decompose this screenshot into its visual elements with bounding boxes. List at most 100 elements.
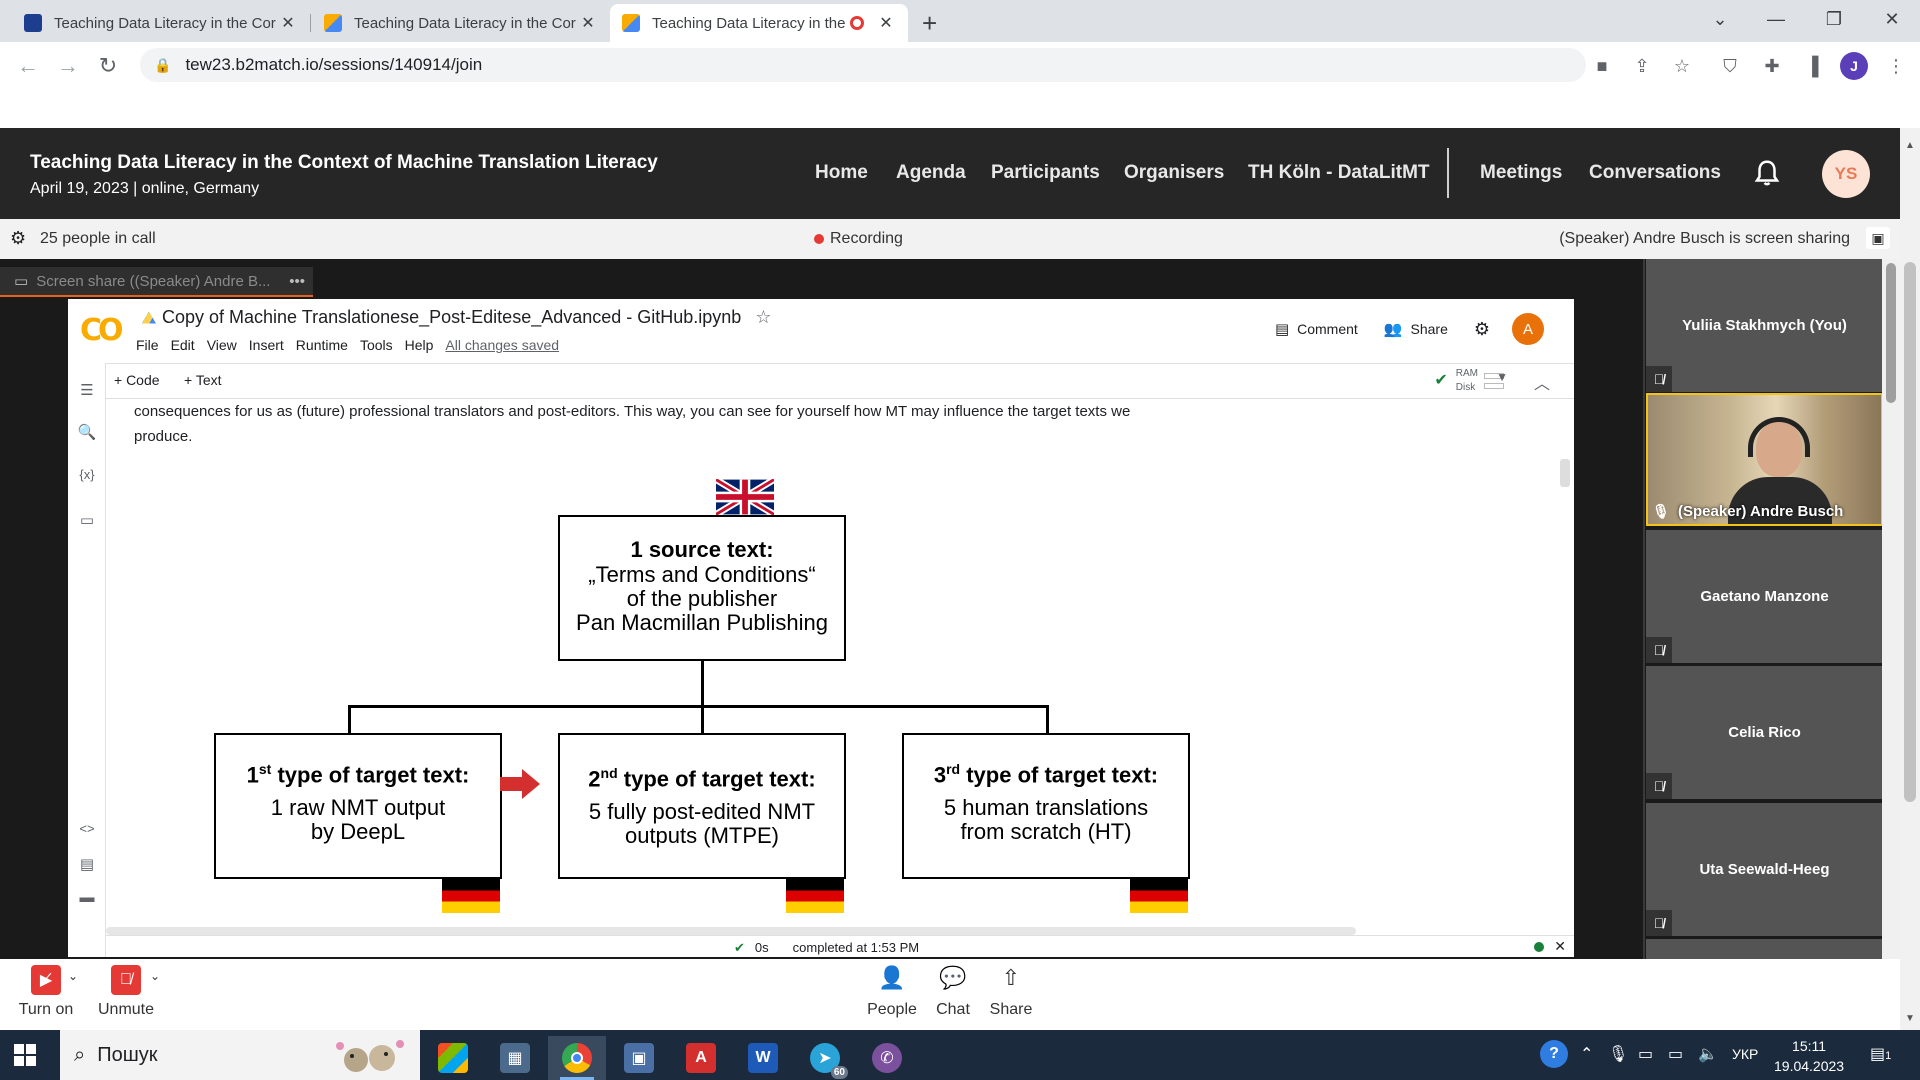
windows-start-icon[interactable] xyxy=(14,1044,36,1066)
ram-disk-indicator[interactable]: ✔ RAM Disk xyxy=(1434,367,1504,395)
runtime-dropdown-icon[interactable]: ▼ xyxy=(1496,370,1508,384)
menu-view[interactable]: View xyxy=(207,337,237,353)
mic-options-chevron-icon[interactable]: ⌄ xyxy=(150,969,160,983)
volume-tray-icon[interactable]: 🔈 xyxy=(1698,1044,1718,1064)
side-panel-icon[interactable]: ▐ xyxy=(1798,52,1826,80)
command-palette-icon[interactable]: ▤ xyxy=(76,855,98,873)
horizontal-scrollbar[interactable] xyxy=(106,927,1356,935)
mic-toggle-button[interactable]: 🎙̸ ⌄ Unmute xyxy=(96,965,160,1019)
menu-edit[interactable]: Edit xyxy=(171,337,195,353)
close-tab-icon[interactable]: ✕ xyxy=(876,13,896,33)
participant-tile[interactable]: Gaetano Manzone 🎙̸ xyxy=(1646,530,1883,663)
taskbar-chrome-app[interactable] xyxy=(548,1036,606,1080)
menu-tools[interactable]: Tools xyxy=(360,337,393,353)
share-page-icon[interactable]: ⇪ xyxy=(1628,52,1656,80)
browser-tab-1[interactable]: Teaching Data Literacy in the Cor ✕ xyxy=(12,4,310,42)
menu-insert[interactable]: Insert xyxy=(249,337,284,353)
taskbar-store-app[interactable] xyxy=(424,1036,482,1080)
browser-tab-3-active[interactable]: Teaching Data Literacy in the ✕ xyxy=(610,4,908,42)
notebook-scroll-thumb[interactable] xyxy=(1560,459,1570,487)
chat-button[interactable]: 💬 Chat xyxy=(934,965,972,1019)
user-avatar[interactable]: YS xyxy=(1822,150,1870,198)
taskbar-viber-app[interactable]: ✆ xyxy=(858,1036,916,1080)
close-window-icon[interactable]: ✕ xyxy=(1864,0,1920,38)
participant-tile[interactable]: Uta Seewald-Heeg 🎙̸ xyxy=(1646,803,1883,936)
taskbar-word-app[interactable]: W xyxy=(734,1036,792,1080)
save-status-link[interactable]: All changes saved xyxy=(445,337,559,353)
screen-share-icon[interactable]: ▣ xyxy=(1866,227,1890,249)
help-tray-icon[interactable]: ? xyxy=(1540,1040,1568,1068)
notebook-title[interactable]: Copy of Machine Translationese_Post-Edit… xyxy=(142,307,771,328)
reload-icon[interactable]: ↻ xyxy=(92,50,124,82)
nav-meetings[interactable]: Meetings xyxy=(1480,162,1562,184)
add-code-button[interactable]: + Code xyxy=(114,372,160,388)
page-scrollbar-thumb[interactable] xyxy=(1904,262,1916,802)
new-tab-button[interactable]: + xyxy=(922,8,937,39)
settings-gear-icon[interactable]: ⚙ xyxy=(10,228,26,249)
nav-participants[interactable]: Participants xyxy=(991,162,1100,184)
code-snippets-icon[interactable]: <> xyxy=(76,821,98,836)
taskbar-calculator-app[interactable]: ▦ xyxy=(486,1036,544,1080)
nav-home[interactable]: Home xyxy=(815,162,868,184)
notifications-icon[interactable]: ▤1 xyxy=(1870,1044,1891,1064)
event-title[interactable]: Teaching Data Literacy in the Context of… xyxy=(30,152,658,174)
close-tab-icon[interactable]: ✕ xyxy=(278,13,298,33)
search-icon[interactable]: 🔍 xyxy=(76,423,98,441)
notifications-bell-icon[interactable] xyxy=(1752,158,1782,188)
variables-icon[interactable]: {x} xyxy=(76,467,98,482)
taskbar-acrobat-app[interactable]: A xyxy=(672,1036,730,1080)
files-folder-icon[interactable]: ▭ xyxy=(76,511,98,529)
nav-conversations[interactable]: Conversations xyxy=(1589,162,1721,184)
scroll-down-icon[interactable]: ▼ xyxy=(1905,1013,1915,1024)
menu-runtime[interactable]: Runtime xyxy=(296,337,348,353)
participant-tile[interactable]: Yuliia Stakhmych (You) 🎙̸ xyxy=(1646,259,1883,392)
camera-in-use-icon[interactable]: ■ xyxy=(1588,52,1616,80)
browser-menu-icon[interactable]: ⋮ xyxy=(1882,52,1910,80)
close-tab-icon[interactable]: ✕ xyxy=(578,13,598,33)
camera-toggle-button[interactable]: ▶̸ ⌄ Turn on xyxy=(18,965,78,1019)
taskbar-save-app[interactable]: ▣ xyxy=(610,1036,668,1080)
screen-share-tab[interactable]: ▭ Screen share ((Speaker) Andre B... ••• xyxy=(0,267,313,297)
close-status-icon[interactable]: ✕ xyxy=(1554,938,1566,955)
tab-search-icon[interactable]: ⌄ xyxy=(1692,0,1748,38)
extensions-puzzle-icon[interactable]: ✚ xyxy=(1758,52,1786,80)
menu-file[interactable]: File xyxy=(136,337,159,353)
microphone-tray-icon[interactable]: 🎙 xyxy=(1608,1044,1628,1064)
people-button[interactable]: 👤 People xyxy=(866,965,918,1019)
show-hidden-icons-chevron[interactable]: ⌃ xyxy=(1580,1044,1593,1064)
menu-help[interactable]: Help xyxy=(405,337,434,353)
maximize-icon[interactable]: ❐ xyxy=(1806,0,1862,38)
camera-options-chevron-icon[interactable]: ⌄ xyxy=(68,969,78,983)
url-bar[interactable]: 🔒 tew23.b2match.io/sessions/140914/join xyxy=(140,48,1586,82)
keyboard-language[interactable]: УКР xyxy=(1732,1046,1758,1062)
star-icon[interactable]: ☆ xyxy=(755,307,771,328)
participant-tile-partial[interactable] xyxy=(1646,939,1883,959)
taskbar-telegram-app[interactable]: ➤ 60 xyxy=(796,1036,854,1080)
back-icon[interactable]: ← xyxy=(12,50,44,82)
notebook-user-avatar[interactable]: A xyxy=(1512,313,1544,345)
share-button[interactable]: 👥 Share xyxy=(1384,320,1448,338)
collapse-header-icon[interactable]: ︿ xyxy=(1534,370,1550,394)
terminal-icon[interactable]: ▬ xyxy=(76,889,98,906)
nav-organisers[interactable]: Organisers xyxy=(1124,162,1224,184)
table-of-contents-icon[interactable]: ☰ xyxy=(76,381,98,399)
shared-screen[interactable]: CO Copy of Machine Translationese_Post-E… xyxy=(68,299,1574,957)
comment-button[interactable]: ▤ Comment xyxy=(1275,320,1358,338)
browser-tab-2[interactable]: Teaching Data Literacy in the Cor ✕ xyxy=(312,4,610,42)
participants-scroll-thumb[interactable] xyxy=(1886,263,1896,403)
add-text-button[interactable]: + Text xyxy=(184,372,222,388)
share-screen-button[interactable]: ⇧ Share xyxy=(988,965,1034,1019)
profile-avatar[interactable]: J xyxy=(1840,52,1868,80)
battery-tray-icon[interactable]: ▭ xyxy=(1638,1044,1653,1064)
system-clock[interactable]: 15:11 19.04.2023 xyxy=(1774,1036,1844,1076)
participant-tile[interactable]: Celia Rico 🎙̸ xyxy=(1646,666,1883,799)
forward-icon[interactable]: → xyxy=(52,50,84,82)
bookmark-star-icon[interactable]: ☆ xyxy=(1668,52,1696,80)
shield-extension-icon[interactable]: ⛉ xyxy=(1716,52,1744,80)
network-tray-icon[interactable]: ▭ xyxy=(1668,1044,1683,1064)
settings-gear-icon[interactable]: ⚙ xyxy=(1474,319,1490,340)
nav-th-koln[interactable]: TH Köln - DataLitMT xyxy=(1248,162,1430,184)
minimize-icon[interactable]: — xyxy=(1748,0,1804,38)
speaker-video-tile[interactable]: 🎙 (Speaker) Andre Busch xyxy=(1646,393,1883,526)
scroll-up-icon[interactable]: ▲ xyxy=(1905,140,1915,151)
